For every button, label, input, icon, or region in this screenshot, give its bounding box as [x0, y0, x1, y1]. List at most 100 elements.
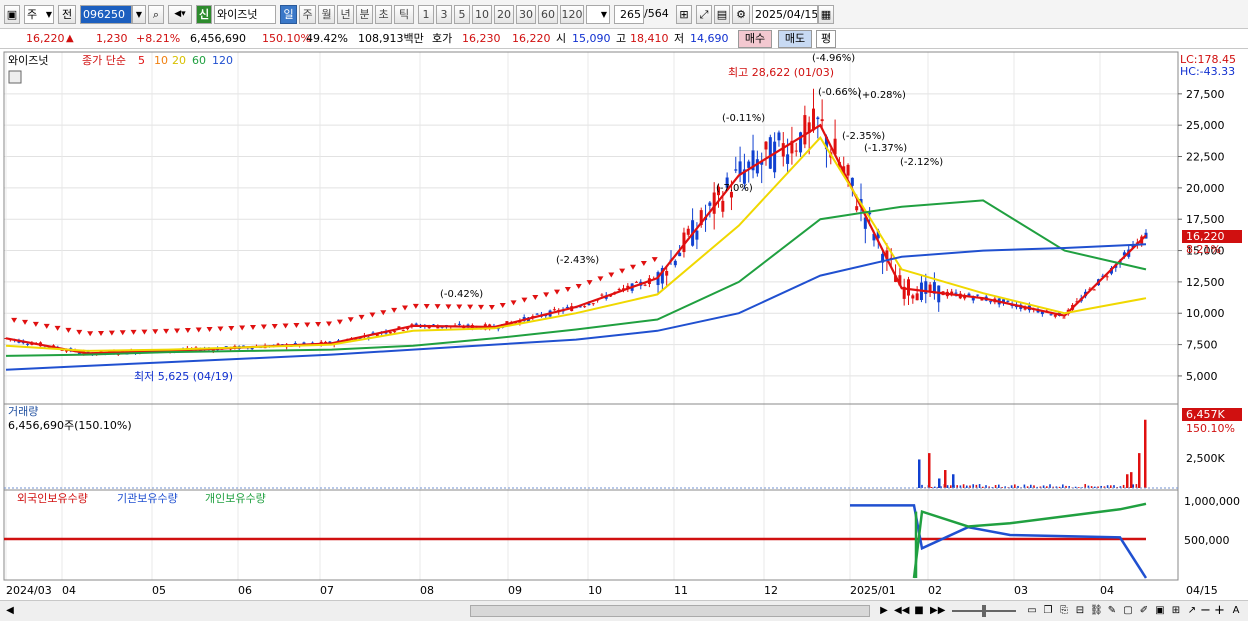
window-icon[interactable]: ▣ — [4, 5, 20, 24]
layout-icon[interactable]: ▭ — [1026, 604, 1038, 618]
candle-body — [552, 309, 556, 311]
data-count-input[interactable]: 265 — [614, 5, 644, 24]
volume-value: 6,456,690 — [190, 32, 246, 45]
scrollbar-thumb[interactable] — [470, 605, 870, 617]
image-icon[interactable]: ▣ — [1154, 604, 1166, 618]
minute-5[interactable]: 5 — [454, 5, 470, 24]
minute-120[interactable]: 120 — [560, 5, 584, 24]
minute-20[interactable]: 20 — [494, 5, 514, 24]
eval-button[interactable]: 평 — [816, 30, 836, 48]
window-icon-2[interactable]: ▢ — [1122, 604, 1134, 618]
prev-button[interactable]: 전 — [58, 5, 76, 24]
volume-bar — [1014, 484, 1016, 488]
main-toolbar: ▣ 주 ▼ 전 096250 ▼ ⌕ ◀▾ 신 와이즈넛 일 주 월 년 분 초 … — [0, 0, 1248, 29]
period-tick[interactable]: 틱 — [394, 5, 414, 24]
candle-body — [695, 230, 699, 240]
forward-icon[interactable]: ▶▶ — [930, 604, 945, 618]
candle-body — [928, 284, 932, 291]
table-icon[interactable] — [8, 70, 22, 84]
period-month[interactable]: 월 — [318, 5, 335, 24]
x-axis-label: 03 — [1014, 584, 1028, 597]
minute-10[interactable]: 10 — [472, 5, 492, 24]
volume-bar — [962, 484, 965, 488]
scroll-toolbar: ◀ ▶ ◀◀ ■ ▶▶ ▭ ❐ ⎘ ⊟ ⛓ ✎ ▢ ✐ ▣ ⊞ ↗ − + A — [0, 600, 1248, 621]
minute-3[interactable]: 3 — [436, 5, 452, 24]
pct-annotation: (-2.12%) — [900, 157, 943, 168]
legend-institution: 기관보유수량 — [117, 492, 178, 505]
candle-body — [1006, 300, 1010, 302]
candle-body — [773, 141, 777, 173]
candle-body — [855, 206, 859, 211]
search-icon[interactable]: ⌕ — [148, 5, 164, 24]
speaker-icon[interactable]: ◀▾ — [168, 5, 192, 24]
legend-ma10: 10 — [154, 54, 168, 67]
candle-body — [617, 288, 621, 291]
x-axis-label: 09 — [508, 584, 522, 597]
candle-body — [794, 150, 798, 152]
minute-1[interactable]: 1 — [418, 5, 434, 24]
period-year[interactable]: 년 — [337, 5, 354, 24]
gear-icon[interactable]: ⚙ — [732, 5, 750, 24]
zoom-out-icon[interactable]: − — [1200, 604, 1211, 618]
candle-body — [764, 141, 768, 150]
volume-bar — [1126, 474, 1129, 488]
volume-bar — [1023, 484, 1026, 488]
candle-body — [388, 332, 392, 334]
y-tick-label: 22,500 — [1186, 151, 1225, 164]
stop-icon[interactable]: ■ — [912, 604, 926, 618]
arrow-icon[interactable]: ↗ — [1186, 604, 1198, 618]
copy-icon[interactable]: ❐ — [1042, 604, 1054, 618]
holdings-ytick-1m: 1,000,000 — [1184, 495, 1240, 508]
current-pct-text: 8.21% — [1186, 243, 1221, 256]
volume-bar — [1078, 487, 1080, 488]
grid-icon-2[interactable]: ⊞ — [1170, 604, 1182, 618]
candle-body — [803, 115, 807, 145]
stock-chart[interactable]: 27,50025,00022,50020,00017,50015,00012,5… — [0, 51, 1248, 600]
period-second[interactable]: 초 — [375, 5, 392, 24]
volume-value-label: 6,456,690주(150.10%) — [8, 419, 132, 432]
volume-bar — [1130, 472, 1133, 488]
open-label: 시 — [556, 32, 567, 45]
x-axis-label: 05 — [152, 584, 166, 597]
period-week[interactable]: 주 — [299, 5, 316, 24]
stock-code-input[interactable]: 096250 — [80, 5, 132, 24]
sell-button[interactable]: 매도 — [778, 30, 812, 48]
minute-30[interactable]: 30 — [516, 5, 536, 24]
chart-type-select[interactable]: 주 ▼ — [24, 5, 54, 24]
code-dropdown-icon[interactable]: ▼ — [132, 5, 146, 24]
cursor-icon[interactable]: ⤢ — [696, 5, 712, 24]
x-right-label: 04/15 — [1186, 584, 1218, 597]
volume-tag-pct: 150.10% — [1186, 422, 1235, 435]
auto-icon[interactable]: A — [1230, 604, 1242, 618]
period-minute[interactable]: 분 — [356, 5, 373, 24]
rewind-icon[interactable]: ◀◀ — [894, 604, 909, 618]
y-tick-label: 27,500 — [1186, 88, 1225, 101]
minute-60[interactable]: 60 — [538, 5, 558, 24]
period-day[interactable]: 일 — [280, 5, 297, 24]
legend-ma20: 20 — [172, 54, 186, 67]
high-annotation: 최고 28,622 (01/03) — [728, 66, 834, 79]
candle-body — [643, 284, 647, 286]
pct-annotation: (-7.0%) — [716, 183, 753, 194]
interval-dropdown[interactable]: ▼ — [586, 5, 610, 24]
edit-icon[interactable]: ✎ — [1106, 604, 1118, 618]
scroll-left-icon[interactable]: ◀ — [4, 604, 16, 618]
pct-annotation: (-4.96%) — [812, 53, 855, 64]
calendar-icon[interactable]: ▦ — [818, 5, 834, 24]
stock-name-field[interactable]: 와이즈넛 — [214, 5, 276, 24]
save-icon[interactable]: ▤ — [714, 5, 730, 24]
scroll-right-icon[interactable]: ▶ — [878, 604, 890, 618]
link-icon[interactable]: ⛓ — [1090, 604, 1103, 618]
split-icon[interactable]: ⊟ — [1074, 604, 1086, 618]
zoom-in-icon[interactable]: + — [1214, 604, 1225, 618]
candle-body — [26, 343, 30, 345]
zoom-slider-handle[interactable] — [982, 605, 986, 617]
volume-bar — [966, 485, 968, 488]
export-icon[interactable]: ⎘ — [1058, 604, 1070, 618]
x-axis-label: 06 — [238, 584, 252, 597]
pen-icon[interactable]: ✐ — [1138, 604, 1150, 618]
grid-icon[interactable]: ⊞ — [676, 5, 692, 24]
volume-bar — [972, 484, 974, 488]
buy-button[interactable]: 매수 — [738, 30, 772, 48]
date-input[interactable]: 2025/04/15 — [752, 5, 818, 24]
